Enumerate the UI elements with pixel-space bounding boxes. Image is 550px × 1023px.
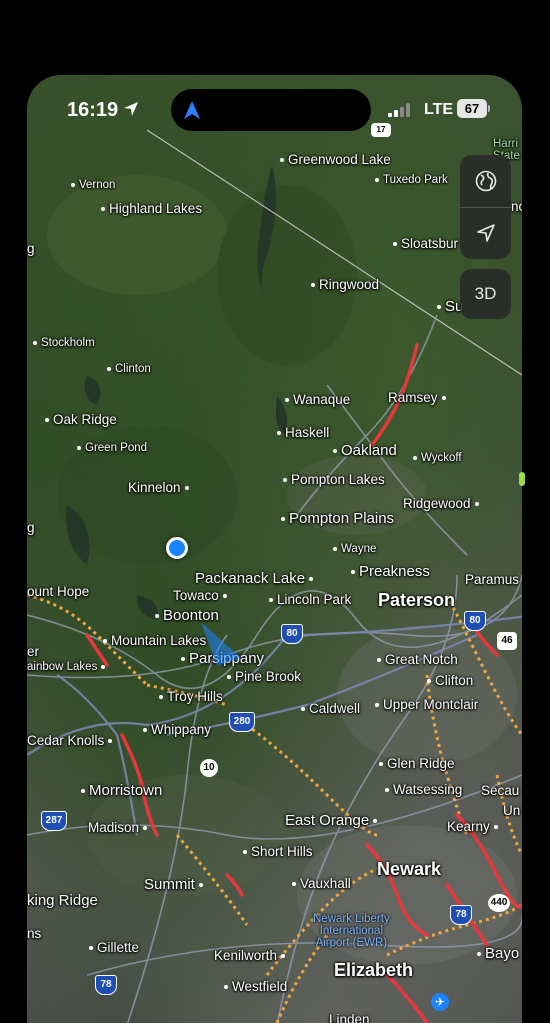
place-label-tuxedo-park[interactable]: Tuxedo Park (375, 174, 448, 187)
map-view[interactable]: Greenwood Lake Harri State Vernon Tuxedo… (27, 75, 522, 1023)
place-label-paterson[interactable]: Paterson (378, 591, 455, 609)
place-label-slootsburg[interactable]: Sloatsbur (393, 237, 458, 251)
place-label-haskell[interactable]: Haskell (277, 426, 329, 440)
heading-cone (201, 622, 241, 666)
place-label-dover[interactable]: er (27, 645, 39, 659)
location-arrow-icon (476, 224, 495, 242)
place-label-union-city[interactable]: Un (503, 804, 520, 818)
highway-shield-i287: 287 (41, 811, 67, 831)
route-shield-46: 46 (497, 632, 517, 650)
airport-label-line: Newark Liberty (313, 913, 390, 925)
place-label-mountain-lakes[interactable]: Mountain Lakes (103, 634, 206, 648)
place-label-cedar-knolls[interactable]: Cedar Knolls (27, 734, 112, 748)
place-label-greenwood-lake[interactable]: Greenwood Lake (280, 153, 391, 167)
place-label-great-notch[interactable]: Great Notch (377, 653, 458, 667)
place-label-edge-g[interactable]: g (27, 242, 35, 256)
place-label-secaucus[interactable]: Secau (481, 784, 519, 798)
place-label-vauxhall[interactable]: Vauxhall (292, 877, 351, 891)
battery-indicator: 67 (457, 99, 487, 118)
place-label-elizabeth[interactable]: Elizabeth (334, 961, 413, 979)
place-label-oakland[interactable]: Oakland (333, 443, 397, 458)
place-label-morristown[interactable]: Morristown (81, 783, 162, 798)
place-label-clinton[interactable]: Clinton (107, 363, 151, 376)
map-style-button[interactable] (460, 155, 511, 207)
place-label-ramsey[interactable]: Ramsey (388, 391, 446, 405)
place-label-edge-g2[interactable]: g (27, 521, 35, 535)
airport-label-line: International (319, 925, 383, 938)
poi-marker[interactable] (519, 472, 525, 486)
location-arrow-icon (124, 102, 138, 116)
place-label-kinnelon[interactable]: Kinnelon (128, 481, 189, 495)
place-label-clifton[interactable]: Clifton (427, 674, 473, 688)
place-label-towaco[interactable]: Towaco (173, 589, 227, 603)
place-label-mount-hope[interactable]: ount Hope (27, 585, 89, 599)
battery-percent: 67 (464, 101, 480, 116)
place-label-linden[interactable]: Linden (329, 1013, 370, 1023)
place-label-ringwood[interactable]: Ringwood (311, 278, 379, 292)
status-bar: 16:19 LTE 67 (27, 75, 522, 135)
place-label-madison[interactable]: Madison (88, 821, 147, 835)
highway-shield-i78: 78 (95, 975, 117, 995)
place-label-highland-lakes[interactable]: Highland Lakes (101, 202, 202, 216)
place-label-caldwell[interactable]: Caldwell (301, 702, 360, 716)
place-label-basking-ridge[interactable]: king Ridge (27, 893, 98, 908)
place-label-vernon[interactable]: Vernon (71, 179, 115, 192)
highway-shield-i78: 78 (450, 905, 472, 925)
place-label-pompton-plains[interactable]: Pompton Plains (281, 511, 394, 526)
place-label-wyckoff[interactable]: Wyckoff (413, 452, 462, 465)
cellular-signal-icon (388, 103, 410, 117)
map-controls-panel (460, 155, 511, 259)
place-label-packanack-lake[interactable]: Packanack Lake (195, 571, 313, 586)
place-label-gillette[interactable]: Gillette (89, 941, 139, 955)
place-label-edge-no[interactable]: no (511, 200, 522, 214)
dynamic-island[interactable] (171, 89, 371, 131)
place-label-whippany[interactable]: Whippany (143, 723, 211, 737)
navigation-arrow-icon (184, 101, 200, 119)
place-label-east-orange[interactable]: East Orange (285, 813, 377, 828)
route-shield-10: 10 (200, 759, 218, 777)
place-label-green-pond[interactable]: Green Pond (77, 442, 147, 455)
place-label-berkeley-heights[interactable]: ns (27, 927, 41, 941)
place-label-pine-brook[interactable]: Pine Brook (227, 670, 301, 684)
place-label-oak-ridge[interactable]: Oak Ridge (45, 413, 117, 427)
map-roads-layer (27, 129, 522, 1023)
place-label-ridgewood[interactable]: Ridgewood (403, 497, 479, 511)
place-label-wanaque[interactable]: Wanaque (285, 393, 350, 407)
user-location-dot[interactable] (166, 537, 188, 559)
airport-label-line: Airport (EWR) (315, 937, 388, 950)
place-label-troy-hills[interactable]: Troy Hills (159, 690, 223, 704)
place-label-upper-montclair[interactable]: Upper Montclair (375, 698, 478, 712)
place-label-westfield[interactable]: Westfield (224, 980, 287, 994)
locate-me-button[interactable] (460, 207, 511, 259)
status-time: 16:19 (67, 99, 119, 121)
place-label-stockholm[interactable]: Stockholm (33, 337, 95, 350)
place-label-summit[interactable]: Summit (144, 877, 203, 892)
place-label-pompton-lakes[interactable]: Pompton Lakes (283, 473, 385, 487)
place-label-kenilworth[interactable]: Kenilworth (214, 949, 285, 963)
place-label-wayne[interactable]: Wayne (333, 543, 376, 556)
place-label-preakness[interactable]: Preakness (351, 564, 430, 579)
place-label-rainbow-lakes[interactable]: ainbow Lakes (27, 661, 105, 674)
place-label-watsessing[interactable]: Watsessing (385, 783, 462, 797)
battery-cap (488, 105, 490, 112)
place-label-paramus[interactable]: Paramus (465, 573, 519, 587)
3d-view-button[interactable]: 3D (460, 269, 511, 319)
place-label-short-hills[interactable]: Short Hills (243, 845, 313, 859)
network-type: LTE (424, 101, 454, 118)
highway-shield-i280: 280 (229, 712, 255, 732)
place-label-harriman[interactable]: Harri (493, 138, 518, 151)
place-label-lincoln-park[interactable]: Lincoln Park (269, 593, 351, 607)
globe-icon (475, 170, 496, 192)
place-label-kearny[interactable]: Kearny (447, 820, 498, 834)
place-label-glen-ridge[interactable]: Glen Ridge (379, 757, 455, 771)
route-shield-440: 440 (488, 894, 510, 912)
place-label-newark[interactable]: Newark (377, 860, 441, 878)
place-label-bayonne[interactable]: Bayo (477, 946, 519, 961)
airplane-icon[interactable]: ✈ (431, 993, 449, 1011)
airport-label[interactable]: Newark Liberty International Airport (EW… (313, 913, 390, 949)
highway-shield-i80: 80 (281, 624, 303, 644)
highway-shield-i80: 80 (464, 611, 486, 631)
